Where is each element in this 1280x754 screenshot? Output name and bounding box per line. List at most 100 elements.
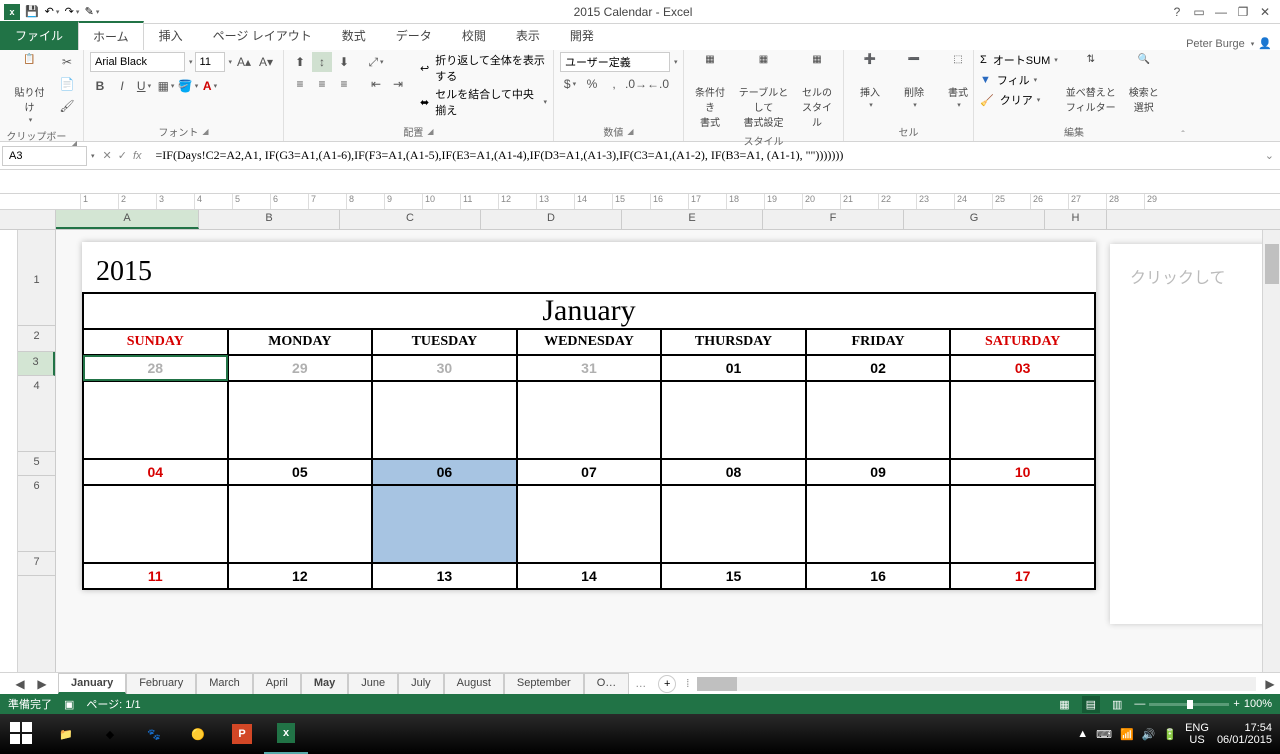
hscroll-right-icon[interactable]: ▶ <box>1260 674 1280 694</box>
tab-layout[interactable]: ページ レイアウト <box>198 21 327 50</box>
calendar-cell[interactable]: 04 <box>83 459 228 485</box>
zoom-level[interactable]: 100% <box>1244 698 1272 710</box>
column-headers[interactable]: ABCDEFGH <box>56 210 1262 230</box>
sheet-tab[interactable]: June <box>348 673 398 694</box>
keyboard-icon[interactable]: ⌨ <box>1096 728 1112 741</box>
calendar-cell[interactable]: 12 <box>228 563 373 589</box>
format-as-table-button[interactable]: ▦テーブルとして 書式設定 <box>734 52 793 131</box>
calendar-cell[interactable]: 30 <box>372 355 517 381</box>
column-header-A[interactable]: A <box>56 210 199 229</box>
sort-filter-button[interactable]: ⇅並べ替えと フィルター <box>1062 52 1120 116</box>
inc-decimal-button[interactable]: .0→ <box>626 74 646 94</box>
battery-icon[interactable]: 🔋 <box>1163 728 1177 741</box>
border-button[interactable]: ▦▾ <box>156 76 176 96</box>
sheet-tab[interactable]: September <box>504 673 584 694</box>
font-name-select[interactable]: Arial Black <box>90 52 185 72</box>
number-format-select[interactable]: ユーザー定義 <box>560 52 670 72</box>
sheet-tab[interactable]: January <box>58 673 126 694</box>
font-color-button[interactable]: A▾ <box>200 76 220 96</box>
zoom-slider[interactable] <box>1149 703 1229 706</box>
row-header-2[interactable]: 2 <box>18 326 55 352</box>
align-right-icon[interactable]: ≡ <box>334 74 354 94</box>
insert-cells-button[interactable]: ➕挿入▾ <box>850 52 890 111</box>
percent-button[interactable]: % <box>582 74 602 94</box>
column-header-C[interactable]: C <box>340 210 481 229</box>
column-header-E[interactable]: E <box>622 210 763 229</box>
worksheet-grid[interactable]: 2015 January SUNDAYMONDAYTUESDAYWEDNESDA… <box>56 230 1262 672</box>
app-icon-1[interactable]: ◆ <box>88 714 132 754</box>
indent-increase-icon[interactable]: ⇥ <box>388 74 408 94</box>
formula-bar[interactable]: =IF(Days!C2=A2,A1, IF(G3=A1,(A1-6),IF(F3… <box>150 145 1259 166</box>
restore-icon[interactable]: ❐ <box>1236 5 1250 19</box>
explorer-icon[interactable]: 📁 <box>44 714 88 754</box>
excel-taskbar-icon[interactable]: x <box>264 714 308 754</box>
scrollbar-vertical[interactable] <box>1262 230 1280 672</box>
calendar-cell[interactable]: 16 <box>806 563 951 589</box>
merge-center-button[interactable]: ⬌セルを結合して中央揃え▾ <box>420 86 547 118</box>
align-bottom-icon[interactable]: ⬇ <box>334 52 354 72</box>
wrap-text-button[interactable]: ↩折り返して全体を表示する <box>420 52 547 84</box>
tab-developer[interactable]: 開発 <box>555 21 609 50</box>
column-header-G[interactable]: G <box>904 210 1045 229</box>
save-icon[interactable]: 💾 <box>24 4 40 20</box>
currency-button[interactable]: $▾ <box>560 74 580 94</box>
delete-cells-button[interactable]: ➖削除▾ <box>894 52 934 111</box>
fill-color-button[interactable]: 🪣▾ <box>178 76 198 96</box>
indent-decrease-icon[interactable]: ⇤ <box>366 74 386 94</box>
calendar-cell[interactable]: 08 <box>661 459 806 485</box>
sheet-tab[interactable]: August <box>444 673 504 694</box>
collapse-ribbon-icon[interactable]: ˆ <box>1174 50 1192 141</box>
cancel-formula-icon[interactable]: ✕ <box>103 149 112 162</box>
macro-record-icon[interactable]: ▣ <box>64 698 74 711</box>
fill-button[interactable]: ▼フィル▾ <box>980 72 1058 88</box>
new-sheet-button[interactable]: + <box>658 675 676 693</box>
calendar-cell[interactable]: 29 <box>228 355 373 381</box>
close-icon[interactable]: ✕ <box>1258 5 1272 19</box>
minimize-icon[interactable]: — <box>1214 5 1228 19</box>
calendar-cell[interactable]: 17 <box>950 563 1095 589</box>
shrink-font-icon[interactable]: A▾ <box>256 52 276 72</box>
underline-button[interactable]: U▾ <box>134 76 154 96</box>
align-top-icon[interactable]: ⬆ <box>290 52 310 72</box>
row-header-3[interactable]: 3 <box>18 352 55 376</box>
row-header-6[interactable]: 6 <box>18 476 55 552</box>
cell-styles-button[interactable]: ▦セルの スタイル <box>797 52 837 131</box>
volume-icon[interactable]: 🔊 <box>1142 728 1156 741</box>
calendar-cell[interactable]: 09 <box>806 459 951 485</box>
row-header-1[interactable]: 1 <box>18 270 55 326</box>
ribbon-options-icon[interactable]: ▭ <box>1192 5 1206 19</box>
align-middle-icon[interactable]: ↕ <box>312 52 332 72</box>
redo-icon[interactable]: ↷▾ <box>64 4 80 20</box>
tab-more-icon[interactable]: … <box>629 678 652 690</box>
row-header-4[interactable]: 4 <box>18 376 55 452</box>
column-header-B[interactable]: B <box>199 210 340 229</box>
view-layout-icon[interactable]: ▤ <box>1082 696 1100 713</box>
tab-review[interactable]: 校閲 <box>447 21 501 50</box>
bold-button[interactable]: B <box>90 76 110 96</box>
row-headers[interactable]: 1234567 <box>18 230 56 672</box>
tab-view[interactable]: 表示 <box>501 21 555 50</box>
font-size-select[interactable]: 11 <box>195 52 225 72</box>
column-header-H[interactable]: H <box>1045 210 1107 229</box>
calendar-cell[interactable]: 01 <box>661 355 806 381</box>
tab-home[interactable]: ホーム <box>78 21 144 50</box>
start-button[interactable] <box>0 714 44 754</box>
tab-scroll-left-icon[interactable]: ◀ <box>10 674 30 694</box>
calendar-cell[interactable]: 05 <box>228 459 373 485</box>
conditional-format-button[interactable]: ▦条件付き 書式 <box>690 52 730 131</box>
zoom-in-button[interactable]: + <box>1233 698 1239 710</box>
cut-icon[interactable]: ✂ <box>57 52 77 72</box>
network-icon[interactable]: 📶 <box>1120 728 1134 741</box>
user-name[interactable]: Peter Burge▾👤 <box>1186 37 1280 50</box>
view-pagebreak-icon[interactable]: ▥ <box>1112 698 1122 711</box>
orientation-icon[interactable]: ⤢▾ <box>366 52 386 72</box>
expand-formula-icon[interactable]: ⌄ <box>1259 149 1280 162</box>
calendar-cell[interactable]: 11 <box>83 563 228 589</box>
align-left-icon[interactable]: ≡ <box>290 74 310 94</box>
tab-data[interactable]: データ <box>381 21 447 50</box>
sheet-tab[interactable]: July <box>398 673 444 694</box>
sheet-tab[interactable]: April <box>253 673 301 694</box>
calendar-cell[interactable]: 02 <box>806 355 951 381</box>
calendar-cell[interactable]: 31 <box>517 355 662 381</box>
italic-button[interactable]: I <box>112 76 132 96</box>
